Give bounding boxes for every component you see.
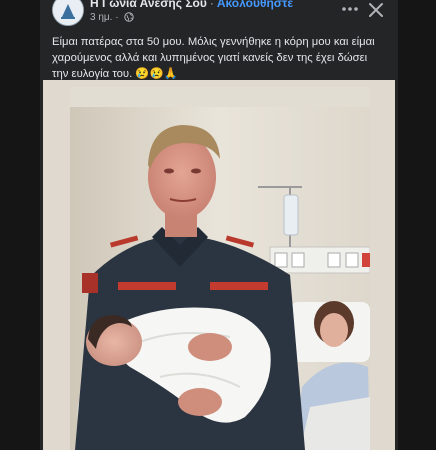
post-photo[interactable] bbox=[70, 87, 370, 450]
post-timestamp[interactable]: 3 ημ. bbox=[90, 12, 112, 23]
post-header: Η Γωνία Ανεσης Σου · Ακολουθήστε 3 ημ. · bbox=[40, 0, 398, 28]
post-meta: 3 ημ. · bbox=[90, 12, 135, 25]
meta-separator: · bbox=[115, 12, 119, 23]
page-name-link[interactable]: Η Γωνία Ανεσης Σου bbox=[90, 0, 207, 10]
post-author-line: Η Γωνία Ανεσης Σου · Ακολουθήστε bbox=[90, 0, 293, 10]
facebook-post: Η Γωνία Ανεσης Σου·Ακολουθήστε 3 ημ. · bbox=[40, 0, 398, 450]
page-avatar[interactable] bbox=[52, 0, 84, 26]
follow-button[interactable]: Ακολουθήστε bbox=[217, 0, 293, 10]
post-photo-frame bbox=[43, 80, 395, 450]
close-icon[interactable] bbox=[366, 0, 386, 20]
name-separator: · bbox=[209, 0, 214, 10]
page-margin-right bbox=[396, 0, 436, 450]
more-options-icon[interactable] bbox=[339, 0, 361, 18]
post-caption: Είμαι πατέρας στα 50 μου. Μόλις γεννήθηκ… bbox=[52, 36, 375, 80]
globe-icon bbox=[124, 12, 135, 25]
page-margin-left bbox=[0, 0, 40, 450]
